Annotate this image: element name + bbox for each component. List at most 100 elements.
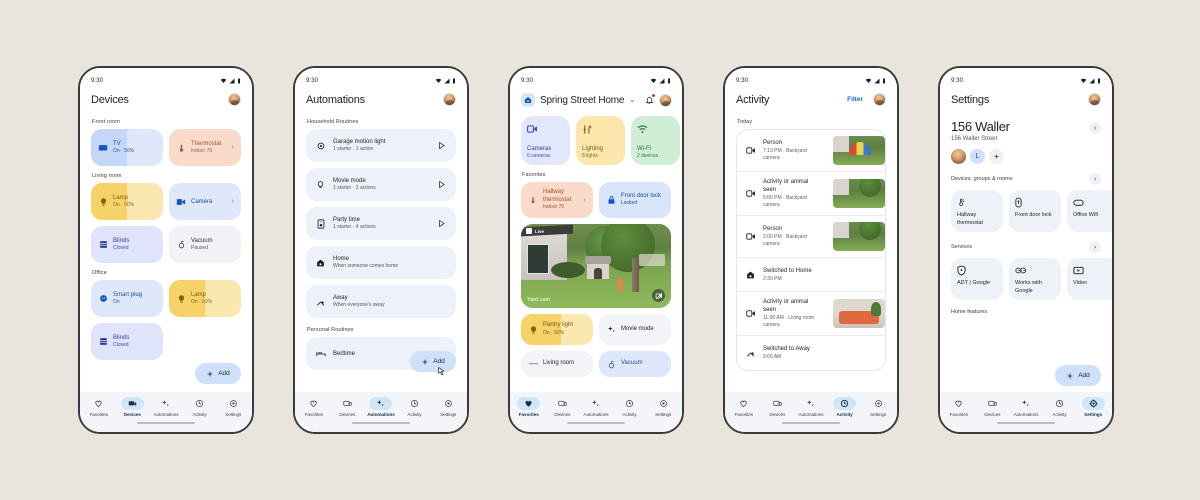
nav-item-activity[interactable]: Activity (184, 397, 216, 417)
section-label: Devices, groups & rooms (951, 176, 1013, 182)
nav-item-activity[interactable]: Activity (399, 397, 431, 417)
home-header[interactable]: 156 Waller 156 Waller Street › (951, 119, 1101, 142)
device-card-thermostat[interactable]: Thermostat Indoor 70 › (169, 129, 241, 166)
nav-item-activity[interactable]: Activity (829, 397, 861, 417)
activity-row[interactable]: Switched to Home 2:30 PM (737, 258, 885, 292)
nav-item-favorites[interactable]: Favorites (513, 397, 545, 417)
settings-tile-adt-google[interactable]: ADT | Google (951, 258, 1003, 300)
favorite-card-living-room[interactable]: Living room (521, 351, 593, 377)
settings-tile-works-with-google[interactable]: Works with Google (1009, 258, 1061, 300)
chevron-down-icon[interactable]: ⌄ (629, 96, 635, 104)
settings-tile-office-wifi[interactable]: Office Wifi (1067, 190, 1112, 232)
activity-thumbnail[interactable] (833, 179, 885, 208)
chevron-right-icon[interactable]: › (1089, 173, 1101, 185)
nav-label: Activity (192, 411, 207, 417)
bottom-nav: Favorites Devices Automations Activity S… (725, 392, 897, 422)
favorite-card-movie-mode[interactable]: Movie mode (599, 314, 671, 345)
avatar[interactable] (659, 93, 673, 107)
activity-row[interactable]: Person 2:00 PM · Backyard camera (737, 216, 885, 258)
nav-item-automations[interactable]: Automations (1010, 397, 1042, 417)
add-member-button[interactable] (989, 149, 1004, 164)
activity-sub: 2:30 PM (763, 275, 782, 282)
device-card-vacuum[interactable]: Vacuum Paused (169, 226, 241, 263)
nav-item-favorites[interactable]: Favorites (943, 397, 975, 417)
device-card-smart-plug[interactable]: Smart plug On (91, 280, 163, 317)
activity-row[interactable]: Activity or animal seen 5:00 PM · Backya… (737, 172, 885, 216)
add-button[interactable]: Add (195, 363, 241, 384)
avatar[interactable] (228, 93, 241, 106)
avatar[interactable] (1088, 93, 1101, 106)
play-icon[interactable] (436, 218, 447, 229)
activity-row[interactable]: Switched to Away 9:00 AM (737, 336, 885, 370)
device-card-lamp[interactable]: Lamp On · 50% (91, 183, 163, 220)
devices-groups-rooms-section[interactable]: Devices, groups & rooms › (951, 173, 1101, 185)
category-chip-lighting[interactable]: Lighting 8 lights (576, 116, 625, 165)
avatar[interactable] (873, 93, 886, 106)
settings-tile-front-door-lock[interactable]: Front door lock (1009, 190, 1061, 232)
nav-item-settings[interactable]: Settings (217, 397, 249, 417)
category-chip-cameras[interactable]: Cameras 6 cameras (521, 116, 570, 165)
add-button[interactable]: Add (1055, 365, 1101, 386)
member-initial-avatar[interactable]: L (970, 149, 985, 164)
nav-item-favorites[interactable]: Favorites (298, 397, 330, 417)
camera-live-tile[interactable]: Live Yard cam (521, 224, 671, 308)
automation-sub: When someone comes home (333, 263, 399, 270)
nav-item-devices[interactable]: Devices (546, 397, 578, 417)
nav-item-favorites[interactable]: Favorites (728, 397, 760, 417)
services-section[interactable]: Services › (951, 241, 1101, 253)
notifications-bell-icon[interactable] (645, 94, 656, 105)
nav-item-automations[interactable]: Automations (150, 397, 182, 417)
settings-tile-video[interactable]: Video (1067, 258, 1112, 300)
nav-item-settings[interactable]: Settings (647, 397, 679, 417)
filter-button[interactable]: Filter (847, 96, 863, 103)
automation-row-party-time[interactable]: Party time 1 starter · 4 actions (306, 207, 456, 240)
devices-icon (128, 401, 137, 406)
add-button[interactable]: Add (410, 351, 456, 372)
nav-item-settings[interactable]: Settings (1077, 397, 1109, 417)
nav-item-automations[interactable]: Automations (580, 397, 612, 417)
device-card-office-blinds[interactable]: Blinds Closed (91, 323, 163, 360)
device-card-tv[interactable]: TV On · 50% (91, 129, 163, 166)
device-card-blinds[interactable]: Blinds Closed (91, 226, 163, 263)
avatar[interactable] (443, 93, 456, 106)
favorite-card-front-door-lock[interactable]: Front door lock Locked (599, 182, 671, 218)
favorite-card-pantry-light[interactable]: Pantry light On · 50% (521, 314, 593, 345)
nav-item-activity[interactable]: Activity (1044, 397, 1076, 417)
activity-row[interactable]: Person 7:13 PM · Backyard camera (737, 130, 885, 172)
favorite-card-hallway-thermostat[interactable]: Hallway thermostat Indoor 70 › (521, 182, 593, 218)
nav-item-automations[interactable]: Automations (795, 397, 827, 417)
activity-list: Person 7:13 PM · Backyard camera Activit… (736, 129, 886, 371)
chevron-right-icon[interactable]: › (1089, 241, 1101, 253)
nav-item-settings[interactable]: Settings (862, 397, 894, 417)
category-chip-wifi[interactable]: Wi-Fi 2 devices (631, 116, 680, 165)
device-card-office-lamp[interactable]: Lamp On · 50% (169, 280, 241, 317)
settings-tile-hallway-thermostat[interactable]: Hallway thermostat (951, 190, 1003, 232)
play-icon[interactable] (436, 140, 447, 151)
nav-item-devices[interactable]: Devices (976, 397, 1008, 417)
play-icon[interactable] (436, 179, 447, 190)
nav-item-devices[interactable]: Devices (331, 397, 363, 417)
activity-thumbnail[interactable] (833, 222, 885, 251)
app-bar: Spring Street Home ⌄ (510, 89, 682, 113)
automation-row-home[interactable]: Home When someone comes home (306, 246, 456, 279)
automation-row-garage-motion-light[interactable]: Garage motion light 1 starter · 1 action (306, 129, 456, 162)
chevron-right-icon[interactable]: › (1089, 122, 1101, 134)
device-card-camera[interactable]: Camera › (169, 183, 241, 220)
nav-item-activity[interactable]: Activity (614, 397, 646, 417)
favorite-card-vacuum[interactable]: Vacuum (599, 351, 671, 377)
automation-row-movie-mode[interactable]: Movie mode 1 starter · 3 actions (306, 168, 456, 201)
avatar[interactable] (951, 149, 966, 164)
nav-item-favorites[interactable]: Favorites (83, 397, 115, 417)
activity-row[interactable]: Activity or animal seen 11:00 AM · Livin… (737, 292, 885, 336)
home-features-section[interactable]: Home features (951, 309, 1101, 315)
nav-item-devices[interactable]: Devices (116, 397, 148, 417)
mic-off-icon[interactable] (652, 289, 665, 302)
activity-thumbnail[interactable] (833, 136, 885, 165)
device-status: Closed (113, 342, 129, 348)
nav-item-devices[interactable]: Devices (761, 397, 793, 417)
camera-icon (745, 188, 756, 199)
nav-item-settings[interactable]: Settings (432, 397, 464, 417)
automation-row-away[interactable]: Away When everyone's away (306, 285, 456, 318)
activity-thumbnail[interactable] (833, 299, 885, 328)
nav-item-automations[interactable]: Automations (365, 397, 397, 417)
